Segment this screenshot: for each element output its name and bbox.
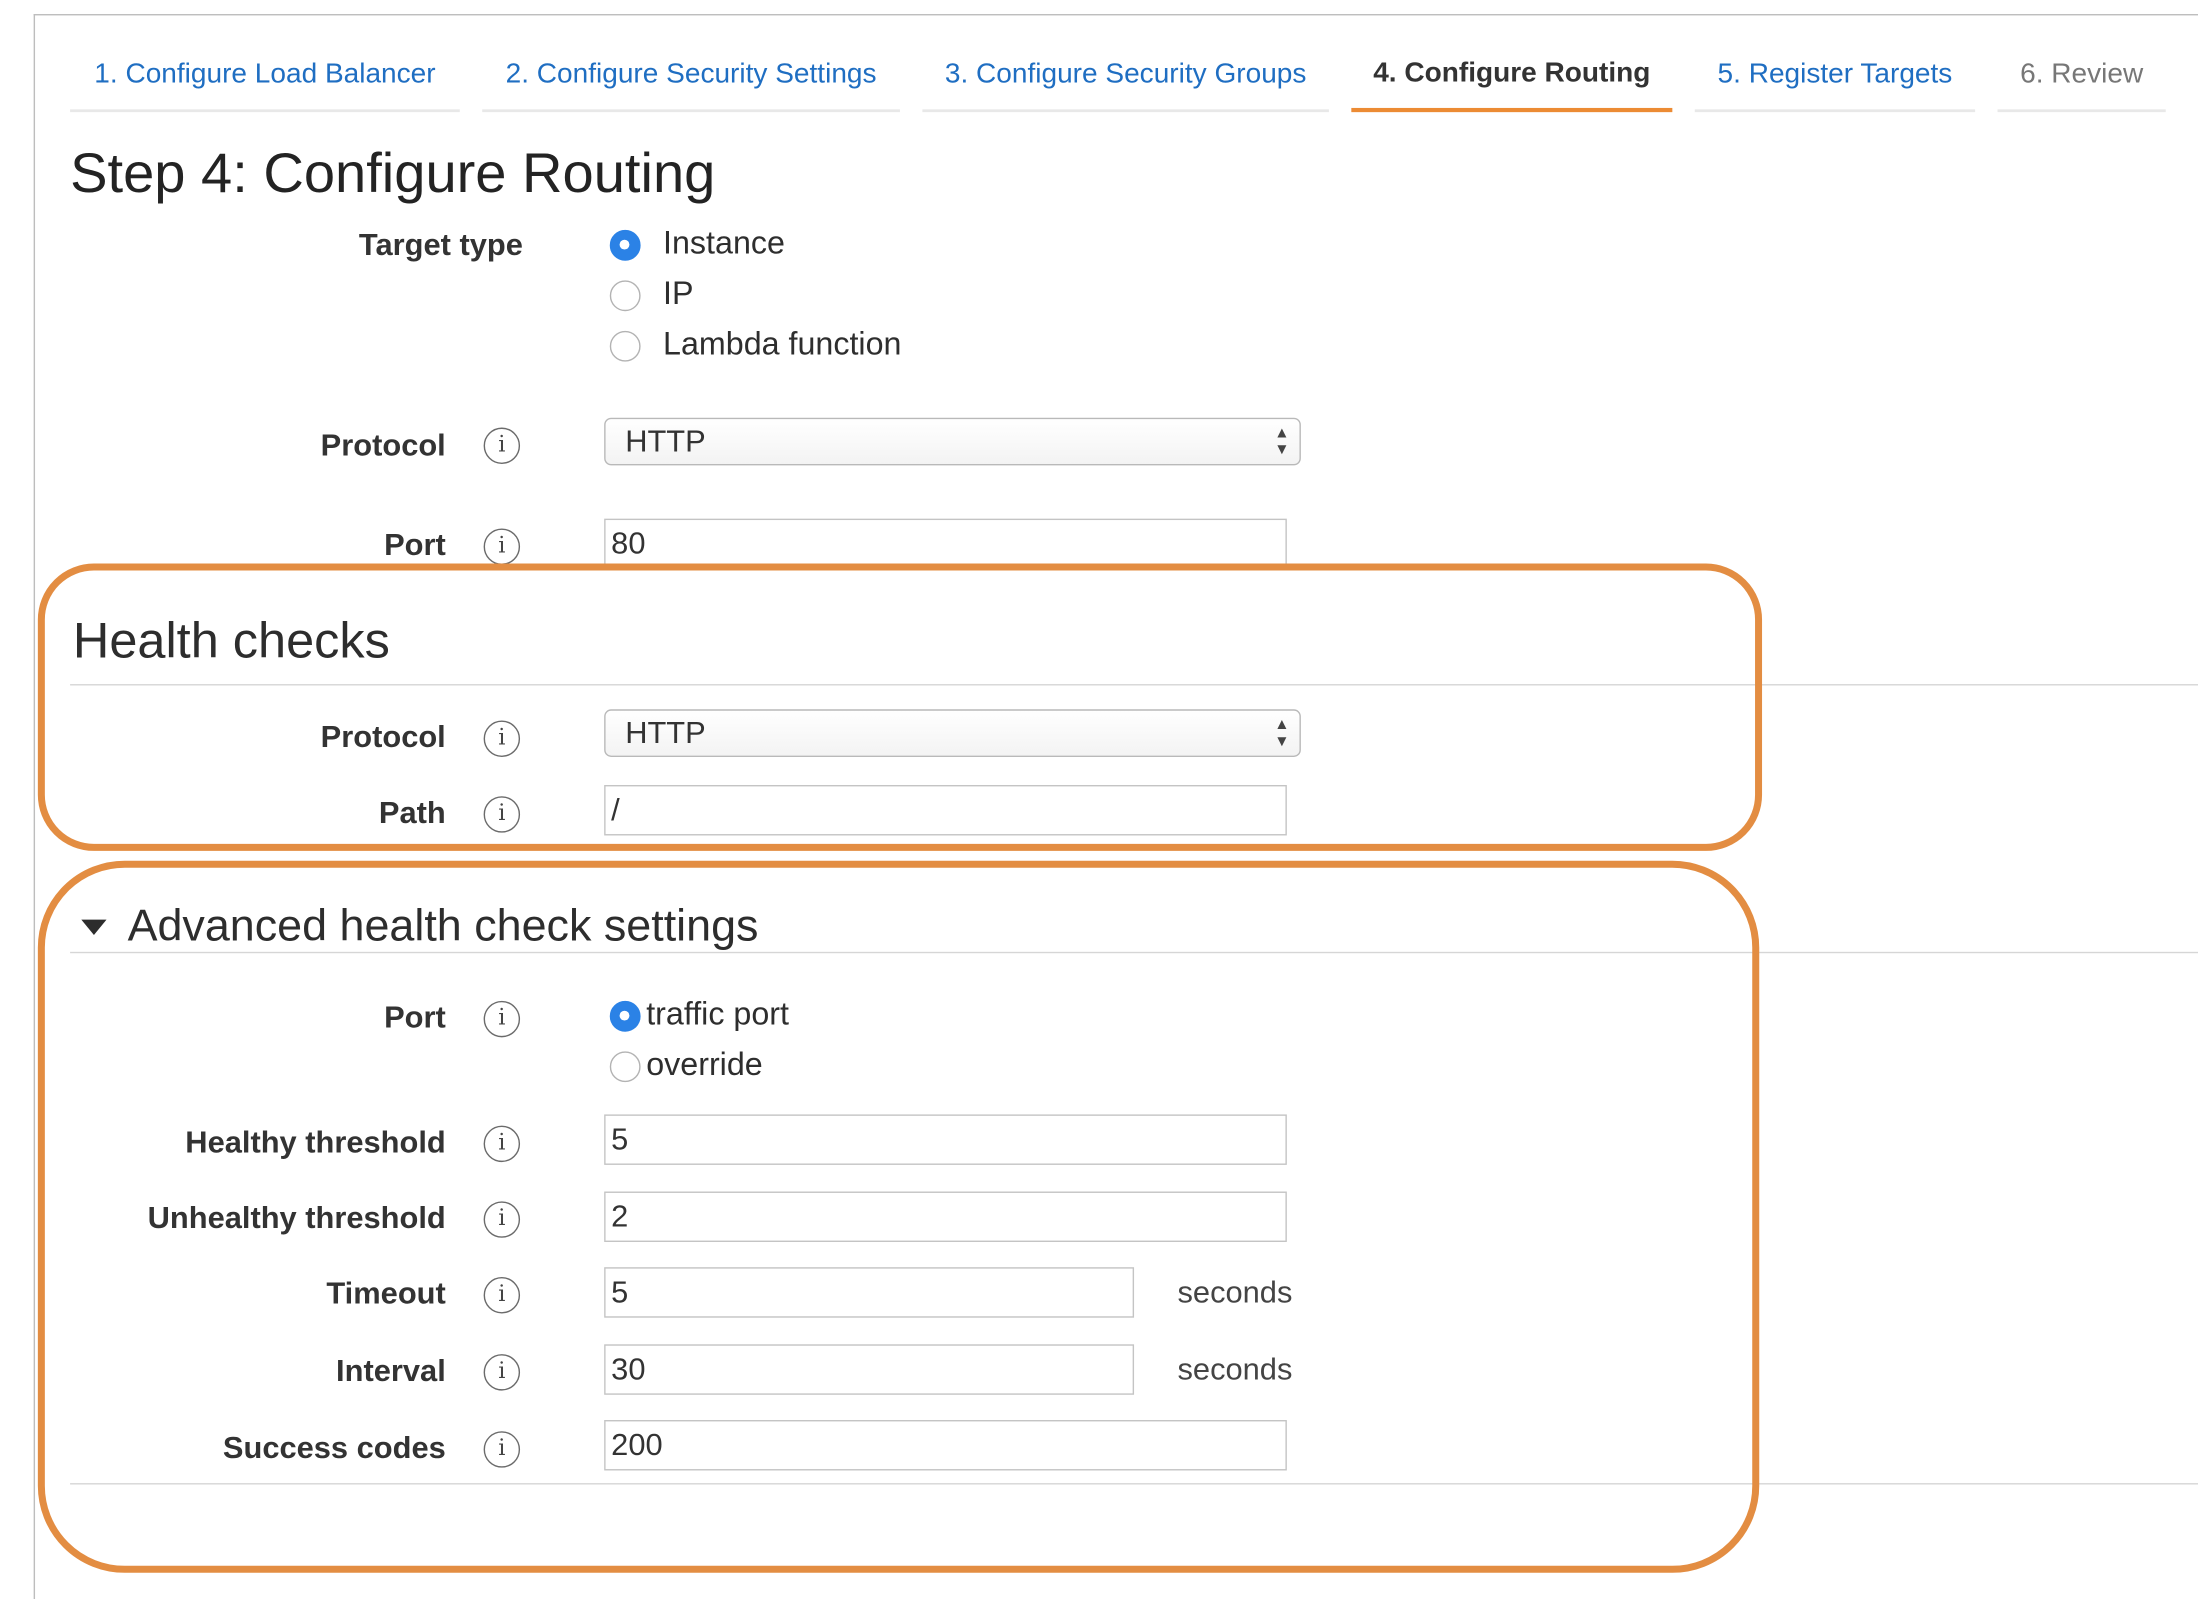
target-ip-radio[interactable]: [609, 280, 641, 312]
protocol-select-value: HTTP: [625, 423, 706, 459]
target-lambda-radio[interactable]: [609, 330, 641, 362]
tab-configure-security-groups[interactable]: 3. Configure Security Groups: [922, 39, 1329, 113]
target-ip-label: IP: [663, 274, 694, 312]
target-lambda-label: Lambda function: [663, 325, 902, 362]
port-input[interactable]: 80: [604, 518, 1287, 570]
advanced-settings-highlight: [37, 860, 1760, 1573]
tab-review[interactable]: 6. Review: [1997, 39, 2166, 113]
protocol-label: Protocol: [320, 427, 446, 463]
health-checks-highlight: [37, 563, 1763, 851]
tab-configure-load-balancer[interactable]: 1. Configure Load Balancer: [70, 39, 460, 113]
port-label: Port: [384, 527, 446, 563]
tab-register-targets[interactable]: 5. Register Targets: [1694, 39, 1976, 113]
target-instance-label: Instance: [663, 224, 785, 261]
target-type-label: Target type: [358, 227, 523, 263]
protocol-info-icon[interactable]: i: [483, 427, 521, 464]
port-info-icon[interactable]: i: [483, 528, 521, 565]
tab-configure-security-settings[interactable]: 2. Configure Security Settings: [482, 39, 900, 113]
page-canvas: 1. Configure Load Balancer 2. Configure …: [0, 0, 2198, 1599]
page-title: Step 4: Configure Routing: [70, 142, 716, 205]
tab-configure-routing[interactable]: 4. Configure Routing: [1351, 39, 1673, 113]
protocol-select[interactable]: HTTP ▲ ▼: [604, 417, 1301, 466]
target-instance-radio[interactable]: [609, 229, 641, 261]
select-arrows-icon: ▲ ▼: [1274, 424, 1290, 459]
